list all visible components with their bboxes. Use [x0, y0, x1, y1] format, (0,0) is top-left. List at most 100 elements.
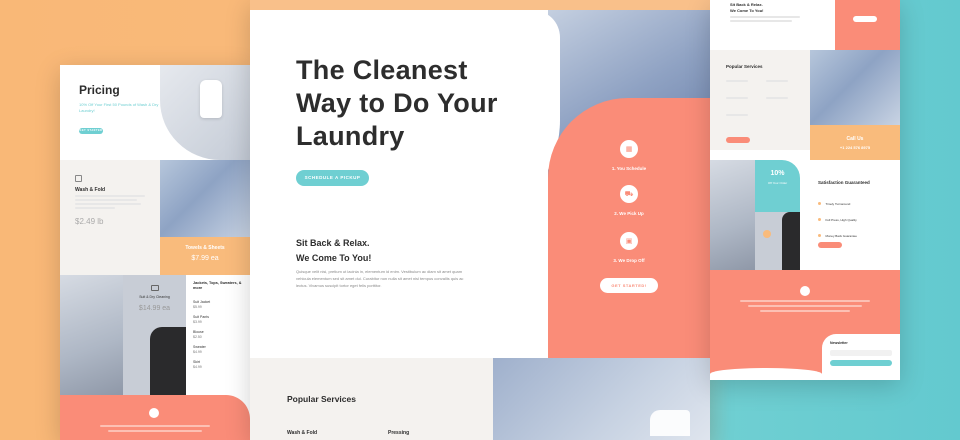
shirt-photo: [150, 327, 186, 395]
text-line: [75, 203, 141, 205]
jackets-item-0: Suit Jacket $5.99: [193, 300, 210, 311]
popular-services-section: Popular Services Wash & Fold Pressing: [250, 358, 493, 440]
suit-dry-cleaning-title: Suit & Dry Cleaning: [139, 295, 170, 299]
jackets-item-4: Skirt $4.99: [193, 360, 202, 371]
calendar-icon: ▦: [620, 140, 638, 158]
text-line: [726, 97, 748, 99]
check-icon: [818, 218, 821, 221]
right-top-section: [710, 0, 835, 50]
satisfaction-title: Satisfaction Guaranteed: [818, 180, 870, 185]
satisfaction-button[interactable]: [818, 242, 842, 248]
step-label: 2. We Pick Up: [614, 211, 644, 216]
text-line: [730, 16, 800, 18]
text-line: [108, 430, 202, 432]
jackets-item-price: $5.99: [193, 305, 202, 310]
schedule-pickup-button[interactable]: SCHEDULE A PICKUP: [296, 170, 369, 186]
hanger-icon: [151, 285, 159, 291]
right-relax-line-1: Sit Back & Relax.: [730, 2, 763, 7]
step-pick-up: ⛟ 2. We Pick Up: [548, 185, 710, 216]
text-line: [730, 20, 792, 22]
hanging-clothes-photo: [60, 275, 123, 395]
towels-sheets-price: $7.99 ea: [191, 255, 219, 262]
newsletter-email-input[interactable]: [830, 350, 892, 356]
right-popular-title: Popular Services: [726, 64, 763, 69]
right-suit-dot-icon: [763, 230, 771, 238]
jackets-item-2: Blouse $2.50: [193, 330, 204, 341]
shirt-icon: [75, 175, 82, 182]
right-popular-button[interactable]: [726, 137, 750, 143]
main-top-strip: [250, 0, 710, 10]
towels-sheets-title: Towels & Sheets: [185, 245, 225, 251]
satisfaction-item-2: Money Back Guarantee: [818, 224, 857, 242]
wash-fold-title: Wash & Fold: [75, 187, 106, 193]
right-top-coral: [835, 0, 900, 50]
suit-dry-cleaning-price: $14.99 ea: [138, 305, 171, 312]
step-schedule: ▦ 1. You Schedule: [548, 140, 710, 171]
text-line: [766, 80, 788, 82]
right-footer-cloud: [710, 368, 822, 380]
pricing-subtitle: 10% Off Your First 50 Pounds of Wash & D…: [79, 102, 159, 113]
relax-heading: Sit Back & Relax. We Come To You!: [296, 236, 371, 266]
newsletter-label: Newsletter: [830, 341, 848, 345]
service-pressing: Pressing: [388, 430, 410, 436]
service-wash-fold: Wash & Fold: [287, 430, 318, 436]
relax-paragraph: Quisque velit nisi, pretium ut lacinia i…: [296, 269, 464, 288]
text-line: [75, 199, 137, 201]
right-suit-shirt: [782, 212, 800, 270]
step-label: 1. You Schedule: [611, 166, 647, 171]
popular-services-title: Popular Services: [287, 394, 356, 404]
satisfaction-item-label: Timely Turnaround: [825, 202, 851, 206]
detergent-bottle-icon: [200, 80, 222, 118]
spray-bottle-icon: [650, 410, 690, 436]
jackets-title: Jackets, Tops, Sweaters, & more: [193, 281, 242, 291]
jackets-item-price: $3.99: [193, 320, 202, 325]
discount-value: 10%: [770, 170, 785, 177]
left-preview-page: Pricing 10% Off Your First 50 Pounds of …: [60, 65, 250, 440]
steps-get-started-button[interactable]: GET STARTED!: [600, 278, 658, 293]
pricing-title: Pricing: [79, 83, 120, 97]
wash-fold-price: $2.49 lb: [75, 217, 104, 226]
right-footer-circle-icon: [800, 286, 810, 296]
cart-icon: ⛟: [620, 185, 638, 203]
main-preview-page: The Cleanest Way to Do Your Laundry SCHE…: [250, 0, 710, 440]
call-us-card: [810, 125, 900, 160]
steps-panel: ▦ 1. You Schedule ⛟ 2. We Pick Up ▣ 3. W…: [548, 98, 710, 358]
text-line: [100, 425, 210, 427]
check-icon: [818, 202, 821, 205]
folded-towels-photo: [160, 160, 250, 237]
hero-title: The Cleanest Way to Do Your Laundry: [296, 55, 498, 151]
right-hanging-photo: [710, 160, 755, 270]
text-line: [726, 80, 748, 82]
check-icon: [818, 234, 821, 237]
hero-cloud-decoration: [482, 188, 532, 216]
jackets-item-price: $4.99: [193, 350, 202, 355]
relax-line-2: We Come To You!: [296, 253, 372, 263]
text-line: [75, 195, 145, 197]
jackets-item-3: Sweater $4.99: [193, 345, 206, 356]
text-line: [726, 114, 748, 116]
call-us-label: Call Us: [846, 136, 864, 142]
right-top-button[interactable]: [853, 16, 877, 22]
step-label: 3. We Drop Off: [613, 258, 645, 263]
step-drop-off: ▣ 3. We Drop Off: [548, 232, 710, 263]
right-preview-page: Sit Back & Relax. We Come To You! Popula…: [710, 0, 900, 380]
jackets-item-1: Suit Pants $3.99: [193, 315, 209, 326]
satisfaction-item-label: Money Back Guarantee: [825, 234, 857, 238]
call-us-phone: +1 224 576 8975: [839, 145, 871, 150]
text-line: [760, 310, 850, 312]
box-icon: ▣: [620, 232, 638, 250]
discount-card: [755, 160, 800, 212]
pricing-get-started-button[interactable]: GET STARTED: [79, 128, 103, 134]
newsletter-subscribe-button[interactable]: [830, 360, 892, 366]
text-line: [740, 300, 870, 302]
right-relax-line-2: We Come To You!: [730, 8, 764, 13]
satisfaction-item-label: Full Press, High Quality: [825, 218, 857, 222]
jackets-item-price: $4.99: [193, 365, 202, 370]
text-line: [75, 207, 115, 209]
discount-label: Off Your Order: [767, 181, 788, 185]
jackets-item-price: $2.50: [193, 335, 202, 340]
text-line: [748, 305, 862, 307]
text-line: [766, 97, 788, 99]
left-footer-circle-icon: [149, 408, 159, 418]
right-spray-photo: [810, 50, 900, 125]
